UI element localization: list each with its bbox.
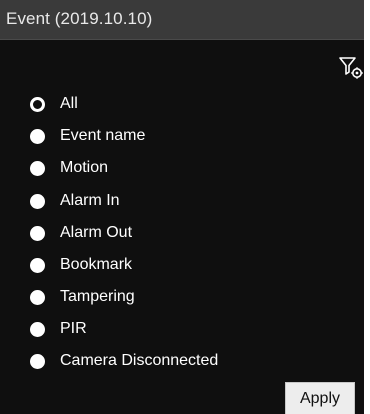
event-option-label: Motion (60, 159, 109, 176)
event-option-motion[interactable]: Motion (30, 156, 108, 180)
radio-button[interactable] (30, 160, 45, 176)
event-option-label: Alarm Out (60, 224, 133, 241)
event-option-all[interactable]: All (30, 92, 78, 116)
event-option-label: Tampering (60, 288, 135, 305)
event-option-bookmark[interactable]: Bookmark (30, 253, 132, 277)
event-option-pir[interactable]: PIR (30, 317, 87, 341)
event-option-label: Bookmark (60, 256, 133, 273)
event-option-label: Alarm In (60, 192, 120, 209)
apply-button[interactable]: Apply (285, 382, 355, 414)
radio-button[interactable] (30, 257, 45, 273)
panel-title: Event (2019.10.10) (6, 9, 153, 28)
event-option-event-name[interactable]: Event name (30, 124, 145, 148)
radio-button[interactable] (30, 353, 45, 369)
radio-button[interactable] (30, 193, 45, 209)
filter-settings-button[interactable] (338, 56, 364, 82)
radio-button[interactable] (30, 289, 45, 305)
event-filter-panel: Event (2019.10.10) All Event name Motion… (0, 0, 364, 414)
radio-button[interactable] (30, 128, 45, 144)
filter-settings-icon (339, 57, 363, 79)
panel-titlebar: Event (2019.10.10) (0, 0, 364, 40)
event-option-tampering[interactable]: Tampering (30, 285, 135, 309)
radio-button[interactable] (30, 225, 45, 241)
radio-button[interactable] (30, 321, 45, 337)
event-option-alarm-out[interactable]: Alarm Out (30, 221, 132, 245)
radio-button-checked[interactable] (30, 96, 45, 112)
event-option-label: Camera Disconnected (60, 352, 219, 369)
event-option-alarm-in[interactable]: Alarm In (30, 189, 120, 213)
event-option-label: All (60, 95, 78, 112)
event-option-label: Event name (60, 127, 146, 144)
event-option-label: PIR (60, 320, 87, 337)
event-option-camera-disconnected[interactable]: Camera Disconnected (30, 349, 218, 373)
